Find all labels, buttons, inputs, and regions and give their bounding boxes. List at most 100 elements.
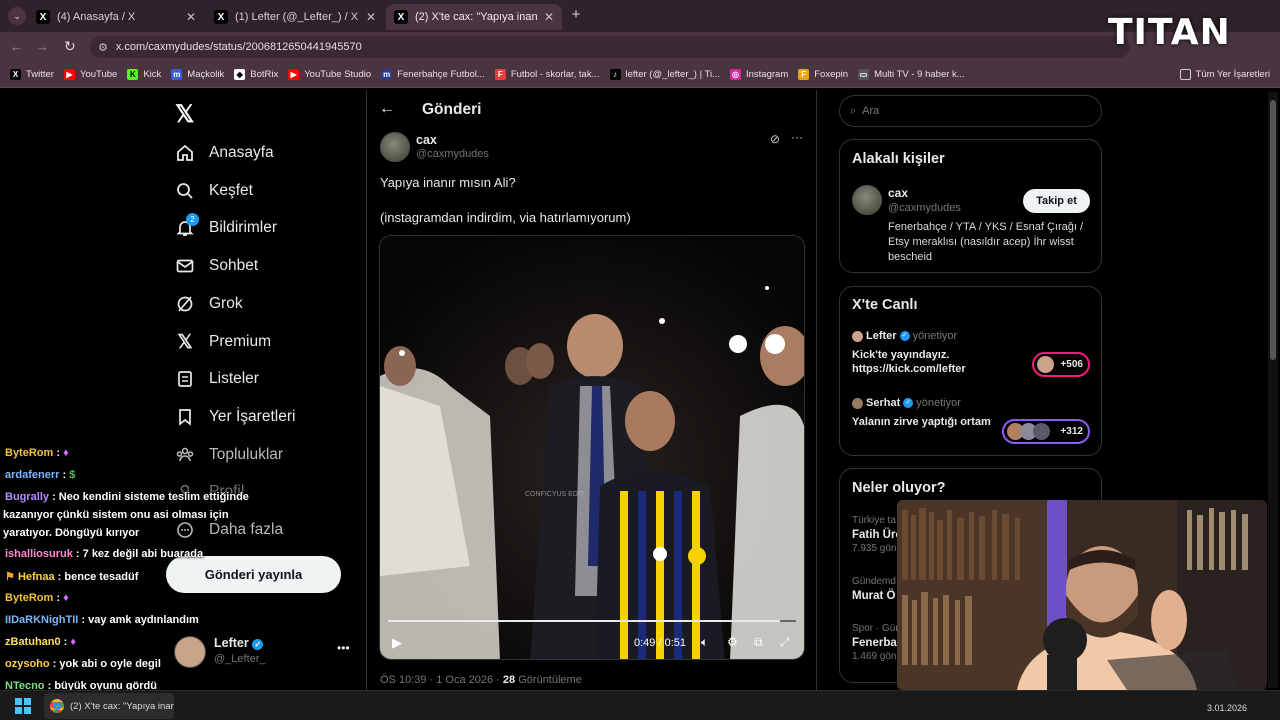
bookmark-all[interactable]: Tüm Yer İşaretleri [1179,69,1270,80]
fullscreen-icon[interactable]: ⤢ [780,635,790,650]
more-options-icon[interactable]: ••• [337,641,350,655]
nav-home[interactable]: Anasayfa [175,139,274,167]
trend-item[interactable]: Gündemd Murat Ö [852,575,896,603]
author-handle[interactable]: @caxmydudes [416,148,489,160]
close-icon[interactable]: ✕ [186,10,196,24]
author-name[interactable]: cax [416,133,437,147]
related-avatar[interactable] [852,185,882,215]
nav-explore[interactable]: Keşfet [175,177,253,205]
foxepin-icon: F [798,69,810,80]
bookmark-twitter[interactable]: X Twitter [10,69,54,80]
nav-lists[interactable]: Listeler [175,365,259,393]
x-premium-icon: 𝕏 [177,331,193,353]
live-item[interactable]: Serhat ✓ yönetiyor Yalanın zirve yaptığı… [852,397,1092,447]
trend-name: Fenerba [852,637,897,649]
taskbar-date: 3.01.2026 [1207,703,1248,713]
trend-category: Spor · Gün [852,623,901,634]
notification-badge: 2 [186,213,199,226]
related-handle[interactable]: @caxmydudes [888,202,961,214]
kick-icon: K [127,69,139,80]
chat-message: Bugrally : Neo kendini sisteme teslim et… [5,491,249,503]
fenerbahce-icon: m [381,69,393,80]
scrollbar-thumb[interactable] [1270,100,1276,360]
search-icon: ⌕ [850,104,857,117]
bookmark-fenerbahce[interactable]: m Fenerbahçe Futbol... [381,69,485,80]
communities-icon [175,445,195,465]
bookmark-botrix[interactable]: ◆ BotRix [234,69,278,80]
nav-grok[interactable]: Grok [175,290,243,318]
live-listeners-badge: +312 [1002,419,1090,444]
video-progress-track[interactable] [388,620,796,622]
close-icon[interactable]: ✕ [366,10,376,24]
reload-icon[interactable]: ↻ [64,38,76,55]
nav-communities[interactable]: Topluluklar [175,441,283,469]
url-bar[interactable]: ⚙ x.com/caxmydudes/status/20068126504419… [90,36,1130,58]
back-icon[interactable]: ← [10,39,23,54]
related-name[interactable]: cax [888,186,908,200]
tab-title: (1) Lefter (@_Lefter_) / X [235,11,359,23]
live-host-role: yönetiyor [916,397,961,409]
forward-icon[interactable]: → [36,39,49,54]
tab-profile[interactable]: X (1) Lefter (@_Lefter_) / X ✕ [206,4,384,30]
tab-home[interactable]: X (4) Anasayfa / X ✕ [28,4,204,30]
chat-message-continued: kazanıyor çünkü sistem onu asi olması iç… [3,509,229,521]
instagram-icon: ◎ [730,69,741,80]
folder-icon [1179,69,1191,80]
nav-messages[interactable]: Sohbet [175,252,258,280]
live-host-role: yönetiyor [912,330,958,342]
trend-count: 7.935 gönd [852,543,903,554]
close-icon[interactable]: ✕ [544,10,554,24]
bookmark-foxepin[interactable]: F Foxepin [798,69,848,80]
new-tab-button[interactable]: + [568,6,584,24]
picture-in-picture-icon[interactable]: ⧉ [754,635,763,650]
bookmark-futbol[interactable]: F Futbol - skorlar, tak... [494,69,600,80]
video-time: 0:49 / 0:51 [634,637,686,649]
post-more-icon[interactable]: ··· [791,130,803,144]
live-item[interactable]: Lefter ✓ yönetiyor Kick'te yayındayız. h… [852,330,1092,380]
bookmark-label: Instagram [746,69,789,80]
nav-label: Sohbet [209,257,259,274]
bookmark-multitv[interactable]: ▭ Multi TV - 9 haber k... [858,69,965,80]
settings-icon[interactable]: ⚙ [727,635,738,649]
live-text: Yalanın zirve yaptığı ortam [852,416,991,428]
bookmark-youtube[interactable]: ▶ YouTube [63,69,117,80]
bookmark-mackolik[interactable]: m Maçkolik [171,69,224,80]
search-input[interactable]: ⌕ Ara [839,95,1102,127]
back-arrow-icon[interactable]: ← [379,100,395,118]
volume-icon[interactable]: 🔈︎ [701,635,708,650]
site-info-icon[interactable]: ⚙ [98,41,108,54]
x-icon: X [394,10,408,24]
trend-item[interactable]: Spor · Gün Fenerba 1.469 gön [852,622,901,664]
x-logo-icon[interactable]: 𝕏 [175,100,194,129]
nav-premium[interactable]: 𝕏 Premium [175,328,271,356]
taskbar-chrome-window[interactable]: (2) X'te cax: "Yapıya inar [44,693,174,719]
bookmark-label: YouTube Studio [304,69,372,80]
page-scrollbar[interactable] [1268,92,1278,688]
bookmark-kick[interactable]: K Kick [127,69,161,80]
author-avatar[interactable] [380,132,410,162]
tab-post[interactable]: X (2) X'te cax: "Yapıya inanır mısın ✕ [386,4,562,30]
home-icon [175,143,195,163]
views-count: 28 [502,674,516,686]
video-player[interactable]: CONFICYUS EDIT ▶ 0:49 / 0:51 🔈︎ ⚙ ⧉ ⤢ [379,235,805,660]
follow-button[interactable]: Takip et [1023,189,1090,213]
grok-analyze-icon[interactable]: ⊘ [770,132,780,146]
verified-icon: ✓ [899,331,910,341]
windows-start-icon[interactable] [15,698,31,714]
account-switcher[interactable]: Lefter ✓ @_Lefter_ ••• [172,633,356,673]
chat-text: 7 kez değil abi buarada [82,548,204,560]
list-icon [175,369,195,389]
nav-notifications[interactable]: 2 Bildirimler [175,213,277,242]
bookmark-tiktok[interactable]: ♪ lefter (@_lefter_) | Ti... [609,69,720,80]
chat-username: ozysoho [5,658,50,670]
live-host: Lefter ✓ yönetiyor [852,330,1092,342]
trend-item[interactable]: Türkiye ta Fatih Üre 7.935 gönd [852,514,902,556]
tab-list-button[interactable]: ⌄ [8,7,26,25]
page-title: Gönderi [422,101,482,118]
tiktok-icon: ♪ [609,69,621,80]
bookmark-instagram[interactable]: ◎ Instagram [730,69,788,80]
nav-bookmarks[interactable]: Yer İşaretleri [175,403,295,431]
play-icon[interactable]: ▶ [392,635,402,651]
bookmark-youtube-studio[interactable]: ▶ YouTube Studio [288,69,371,80]
post-button[interactable]: Gönderi yayınla [166,556,341,593]
